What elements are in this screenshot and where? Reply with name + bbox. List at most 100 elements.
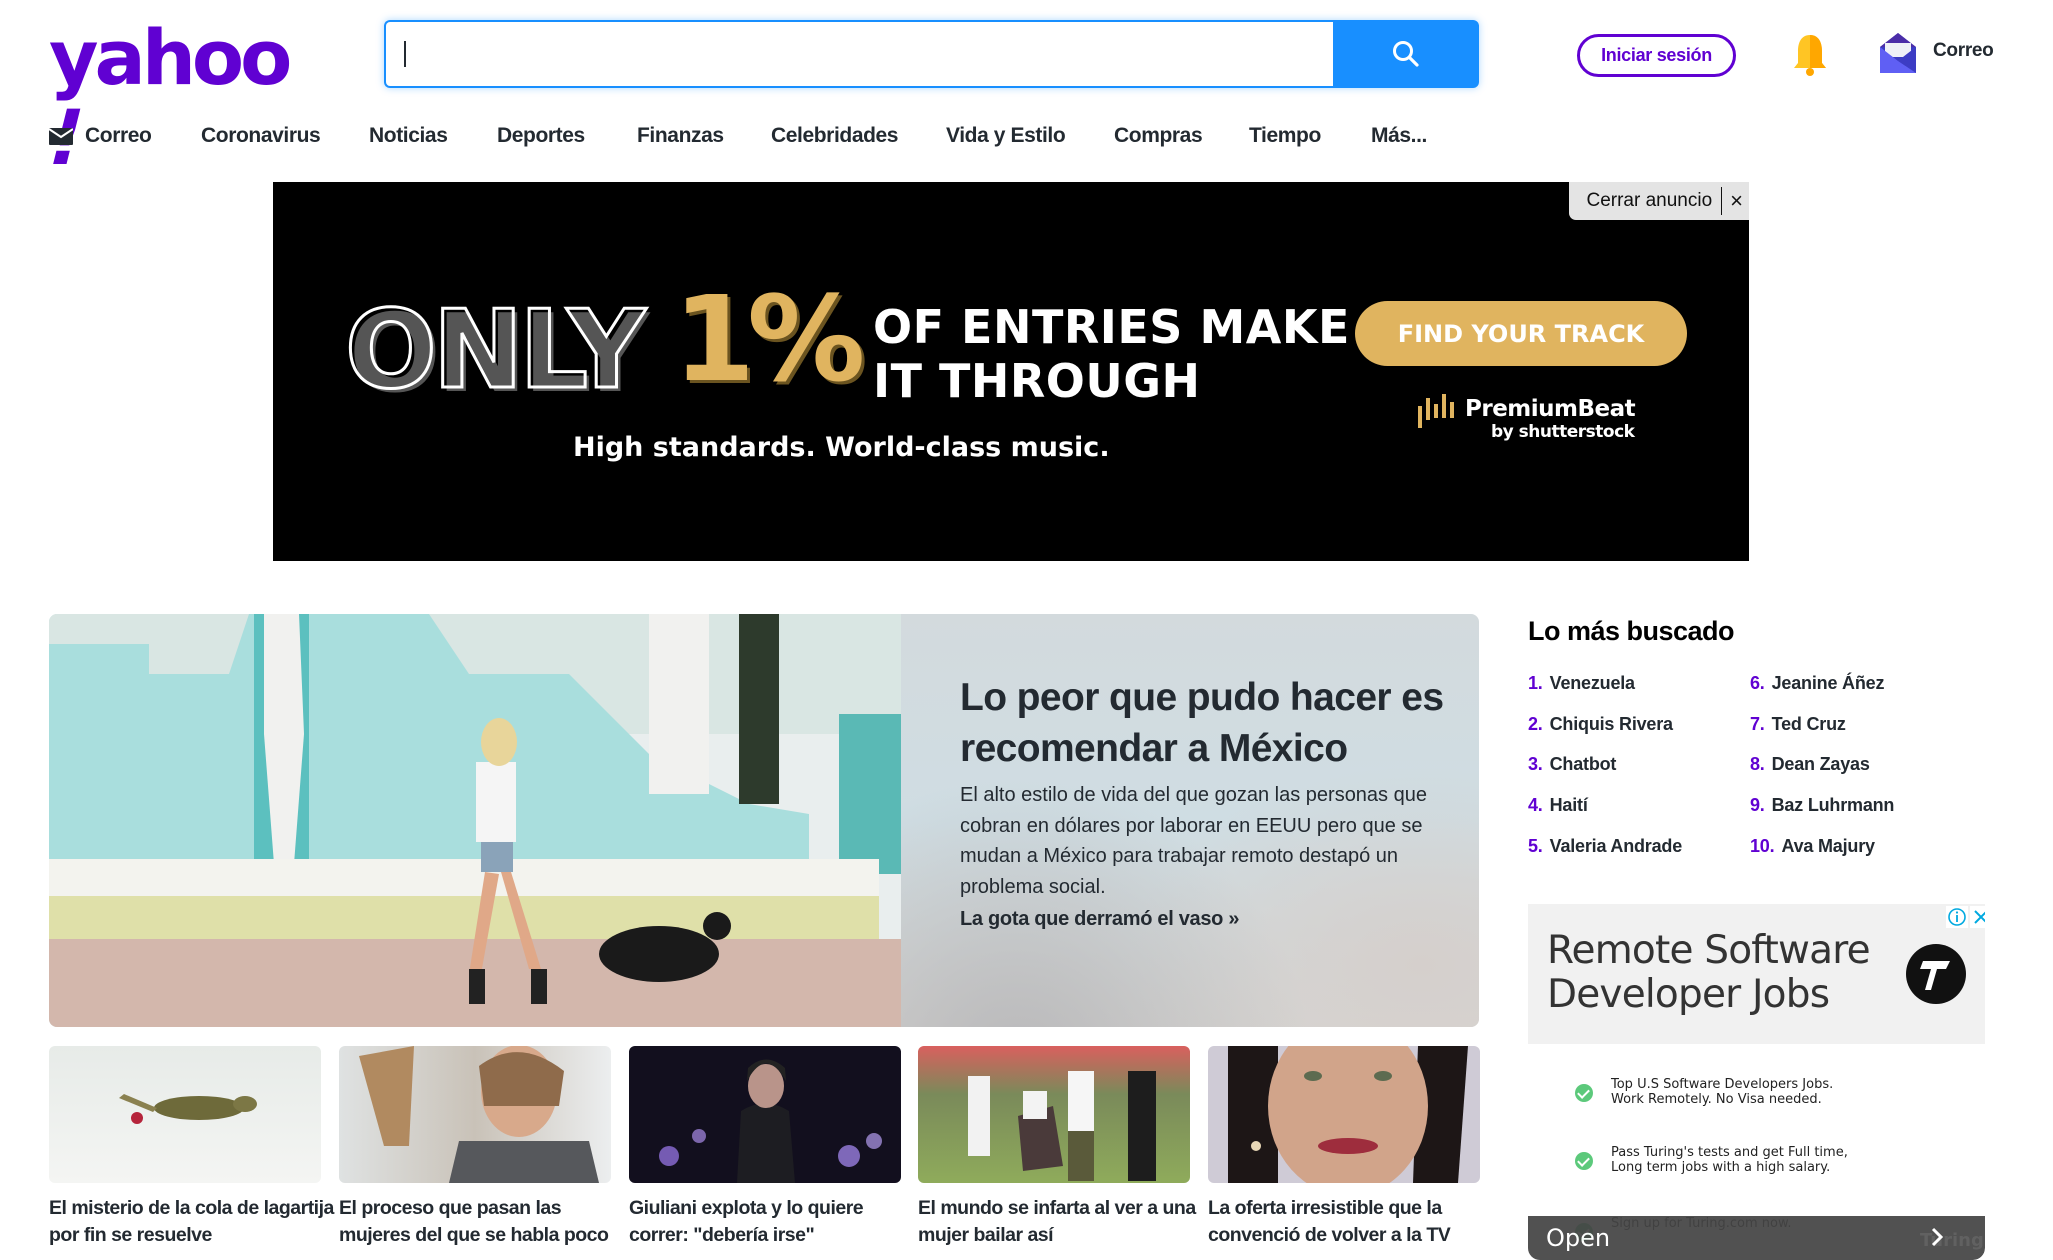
- trending-item[interactable]: 2. Chiquis Rivera: [1528, 714, 1673, 735]
- close-ad-label: Cerrar anuncio: [1586, 190, 1713, 211]
- trending-label: Ted Cruz: [1771, 714, 1846, 734]
- trending-rank: 1.: [1528, 673, 1543, 693]
- trending-item[interactable]: 4. Haití: [1528, 795, 1588, 816]
- chevron-right-icon: [1931, 1227, 1944, 1247]
- side-ad-open-label: Open: [1546, 1224, 1611, 1252]
- crowd-dancing-photo: [968, 1071, 1156, 1181]
- ad-tagline: High standards. World-class music.: [573, 432, 1110, 463]
- logo-text: yahoo: [49, 13, 292, 102]
- nav-item-mas[interactable]: Más...: [1371, 124, 1427, 148]
- search-button[interactable]: [1333, 20, 1479, 88]
- trending-rank: 8.: [1750, 754, 1765, 774]
- side-ad-title-line1: Remote Software: [1547, 928, 1871, 973]
- story-caption[interactable]: Giuliani explota y lo quiere correr: "de…: [629, 1195, 914, 1249]
- nav-item-celebridades[interactable]: Celebridades: [771, 124, 898, 148]
- trending-item[interactable]: 8. Dean Zayas: [1750, 754, 1870, 775]
- nav-item-correo[interactable]: Correo: [85, 124, 152, 148]
- story-thumbnail[interactable]: [49, 1046, 321, 1183]
- mail-icon[interactable]: [1880, 33, 1916, 73]
- bullet-line: Pass Turing's tests and get Full time,: [1611, 1145, 1848, 1160]
- side-ad-open-bar[interactable]: Open Turing: [1528, 1216, 1985, 1260]
- trending-label: Baz Luhrmann: [1771, 795, 1895, 815]
- trending-rank: 10.: [1750, 836, 1775, 856]
- bullet-line: Long term jobs with a high salary.: [1611, 1159, 1831, 1175]
- story-card[interactable]: El misterio de la cola de lagartija por …: [49, 1046, 334, 1249]
- story-card[interactable]: El proceso que pasan las mujeres del que…: [339, 1046, 611, 1249]
- ad-headline-line1: OF ENTRIES MAKE: [873, 300, 1350, 354]
- trending-label: Ava Majury: [1781, 836, 1875, 856]
- nav-item-coronavirus[interactable]: Coronavirus: [201, 124, 321, 148]
- side-ad-title-line2: Developer Jobs: [1547, 972, 1830, 1017]
- trending-rank: 7.: [1750, 714, 1765, 734]
- ad-cta-button[interactable]: FIND YOUR TRACK: [1355, 301, 1687, 366]
- trending-item[interactable]: 3. Chatbot: [1528, 754, 1616, 775]
- story-caption[interactable]: El mundo se infarta al ver a una mujer b…: [918, 1195, 1203, 1249]
- hero-story[interactable]: Lo peor que pudo hacer es recomendar a M…: [49, 614, 1479, 1027]
- yahoo-logo[interactable]: yahoo!: [38, 18, 317, 183]
- nav-item-finanzas[interactable]: Finanzas: [637, 124, 724, 148]
- lizard-photo: [119, 1094, 257, 1124]
- nav-item-noticias[interactable]: Noticias: [369, 124, 448, 148]
- close-icon[interactable]: [1970, 906, 1985, 928]
- trending-rank: 5.: [1528, 836, 1543, 856]
- nav-item-tiempo[interactable]: Tiempo: [1249, 124, 1321, 148]
- ad-headline-line2: IT THROUGH: [873, 354, 1201, 408]
- ad-banner[interactable]: Cerrar anuncio × ONLY 1% OF ENTRIES MAKE…: [273, 182, 1749, 561]
- trending-label: Venezuela: [1549, 673, 1635, 693]
- story-card[interactable]: Giuliani explota y lo quiere correr: "de…: [629, 1046, 901, 1249]
- trending-rank: 9.: [1750, 795, 1765, 815]
- trending-label: Chiquis Rivera: [1549, 714, 1673, 734]
- trending-item[interactable]: 5. Valeria Andrade: [1528, 836, 1682, 857]
- ad-brand-sub: by shutterstock: [1491, 422, 1635, 442]
- signin-button[interactable]: Iniciar sesión: [1577, 34, 1736, 77]
- ad-headline-only: ONLY: [343, 288, 646, 413]
- envelope-icon: [49, 128, 73, 145]
- story-thumbnail[interactable]: [918, 1046, 1190, 1183]
- story-caption[interactable]: El misterio de la cola de lagartija por …: [49, 1195, 334, 1249]
- side-ad-bullet: Top U.S Software Developers Jobs. Work Re…: [1575, 1077, 1834, 1107]
- hero-title[interactable]: Lo peor que pudo hacer es recomendar a M…: [960, 672, 1460, 774]
- nav-item-compras[interactable]: Compras: [1114, 124, 1203, 148]
- trending-item[interactable]: 7. Ted Cruz: [1750, 714, 1846, 735]
- side-ad[interactable]: Remote Software Developer Jobs Top U.S So…: [1528, 904, 1985, 1260]
- nav-item-vida-y-estilo[interactable]: Vida y Estilo: [946, 124, 1066, 148]
- trending-title: Lo más buscado: [1528, 616, 1735, 646]
- hero-text-panel: Lo peor que pudo hacer es recomendar a M…: [901, 614, 1479, 1027]
- mail-label[interactable]: Correo: [1933, 40, 1994, 62]
- side-ad-title: Remote Software Developer Jobs: [1547, 928, 1871, 1017]
- premiumbeat-logo-icon: [1418, 394, 1454, 428]
- hero-read-more-link[interactable]: La gota que derramó el vaso »: [960, 908, 1239, 931]
- search-bar: [384, 20, 1479, 88]
- trending-label: Dean Zayas: [1771, 754, 1870, 774]
- search-icon: [1393, 41, 1419, 67]
- trending-item[interactable]: 1. Venezuela: [1528, 673, 1635, 694]
- search-input[interactable]: [384, 20, 1333, 88]
- close-ad-separator: [1721, 187, 1723, 215]
- trending-label: Chatbot: [1549, 754, 1617, 774]
- bullet-line: Work Remotely. No Visa needed.: [1611, 1091, 1822, 1107]
- story-card[interactable]: La oferta irresistible que la convenció …: [1208, 1046, 1480, 1249]
- story-thumbnail[interactable]: [339, 1046, 611, 1183]
- story-thumbnail[interactable]: [1208, 1046, 1480, 1183]
- story-caption[interactable]: La oferta irresistible que la convenció …: [1208, 1195, 1493, 1249]
- text-caret: [404, 41, 406, 67]
- hero-image[interactable]: [49, 614, 901, 1027]
- trending-item[interactable]: 10. Ava Majury: [1750, 836, 1875, 857]
- story-card[interactable]: El mundo se infarta al ver a una mujer b…: [918, 1046, 1196, 1249]
- bullet-line: Top U.S Software Developers Jobs.: [1611, 1077, 1834, 1092]
- bell-icon[interactable]: [1790, 33, 1830, 79]
- trending-item[interactable]: 9. Baz Luhrmann: [1750, 795, 1894, 816]
- nav-item-deportes[interactable]: Deportes: [497, 124, 585, 148]
- close-ad-button[interactable]: Cerrar anuncio ×: [1569, 182, 1749, 220]
- info-icon[interactable]: [1946, 906, 1968, 928]
- hero-summary: El alto estilo de vida del que gozan las…: [960, 784, 1427, 898]
- trending-item[interactable]: 6. Jeanine Áñez: [1750, 673, 1884, 694]
- trending-rank: 2.: [1528, 714, 1543, 734]
- trending-label: Valeria Andrade: [1549, 836, 1683, 856]
- side-ad-bullet: Pass Turing's tests and get Full time, Lo…: [1575, 1145, 1848, 1175]
- close-icon: ×: [1730, 188, 1743, 213]
- story-thumbnail[interactable]: [629, 1046, 901, 1183]
- ad-headline-percent: 1%: [673, 270, 865, 408]
- trending-label: Haití: [1549, 795, 1588, 815]
- story-caption[interactable]: El proceso que pasan las mujeres del que…: [339, 1195, 624, 1249]
